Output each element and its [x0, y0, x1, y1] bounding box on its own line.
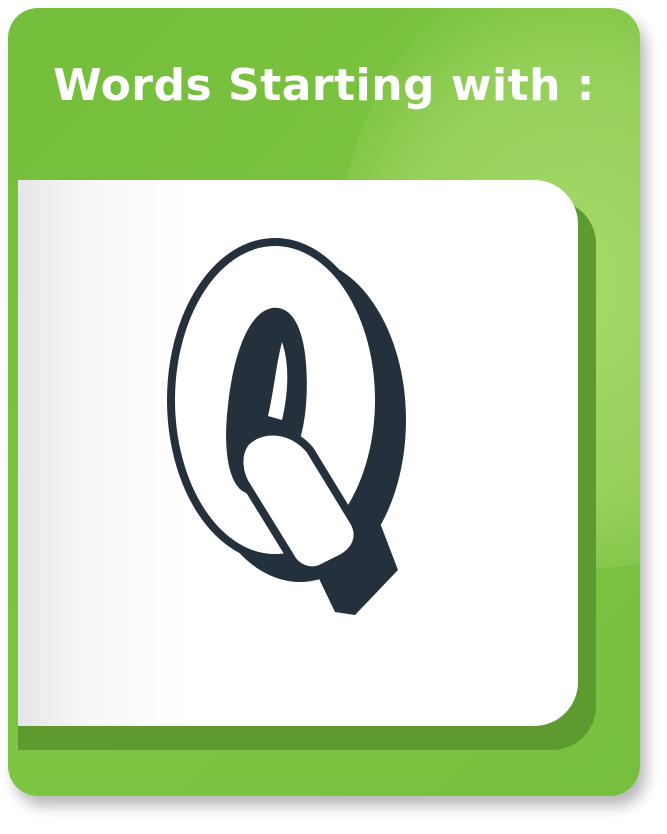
page-title: Words Starting with : [53, 60, 595, 111]
letter-q-icon [167, 238, 406, 615]
